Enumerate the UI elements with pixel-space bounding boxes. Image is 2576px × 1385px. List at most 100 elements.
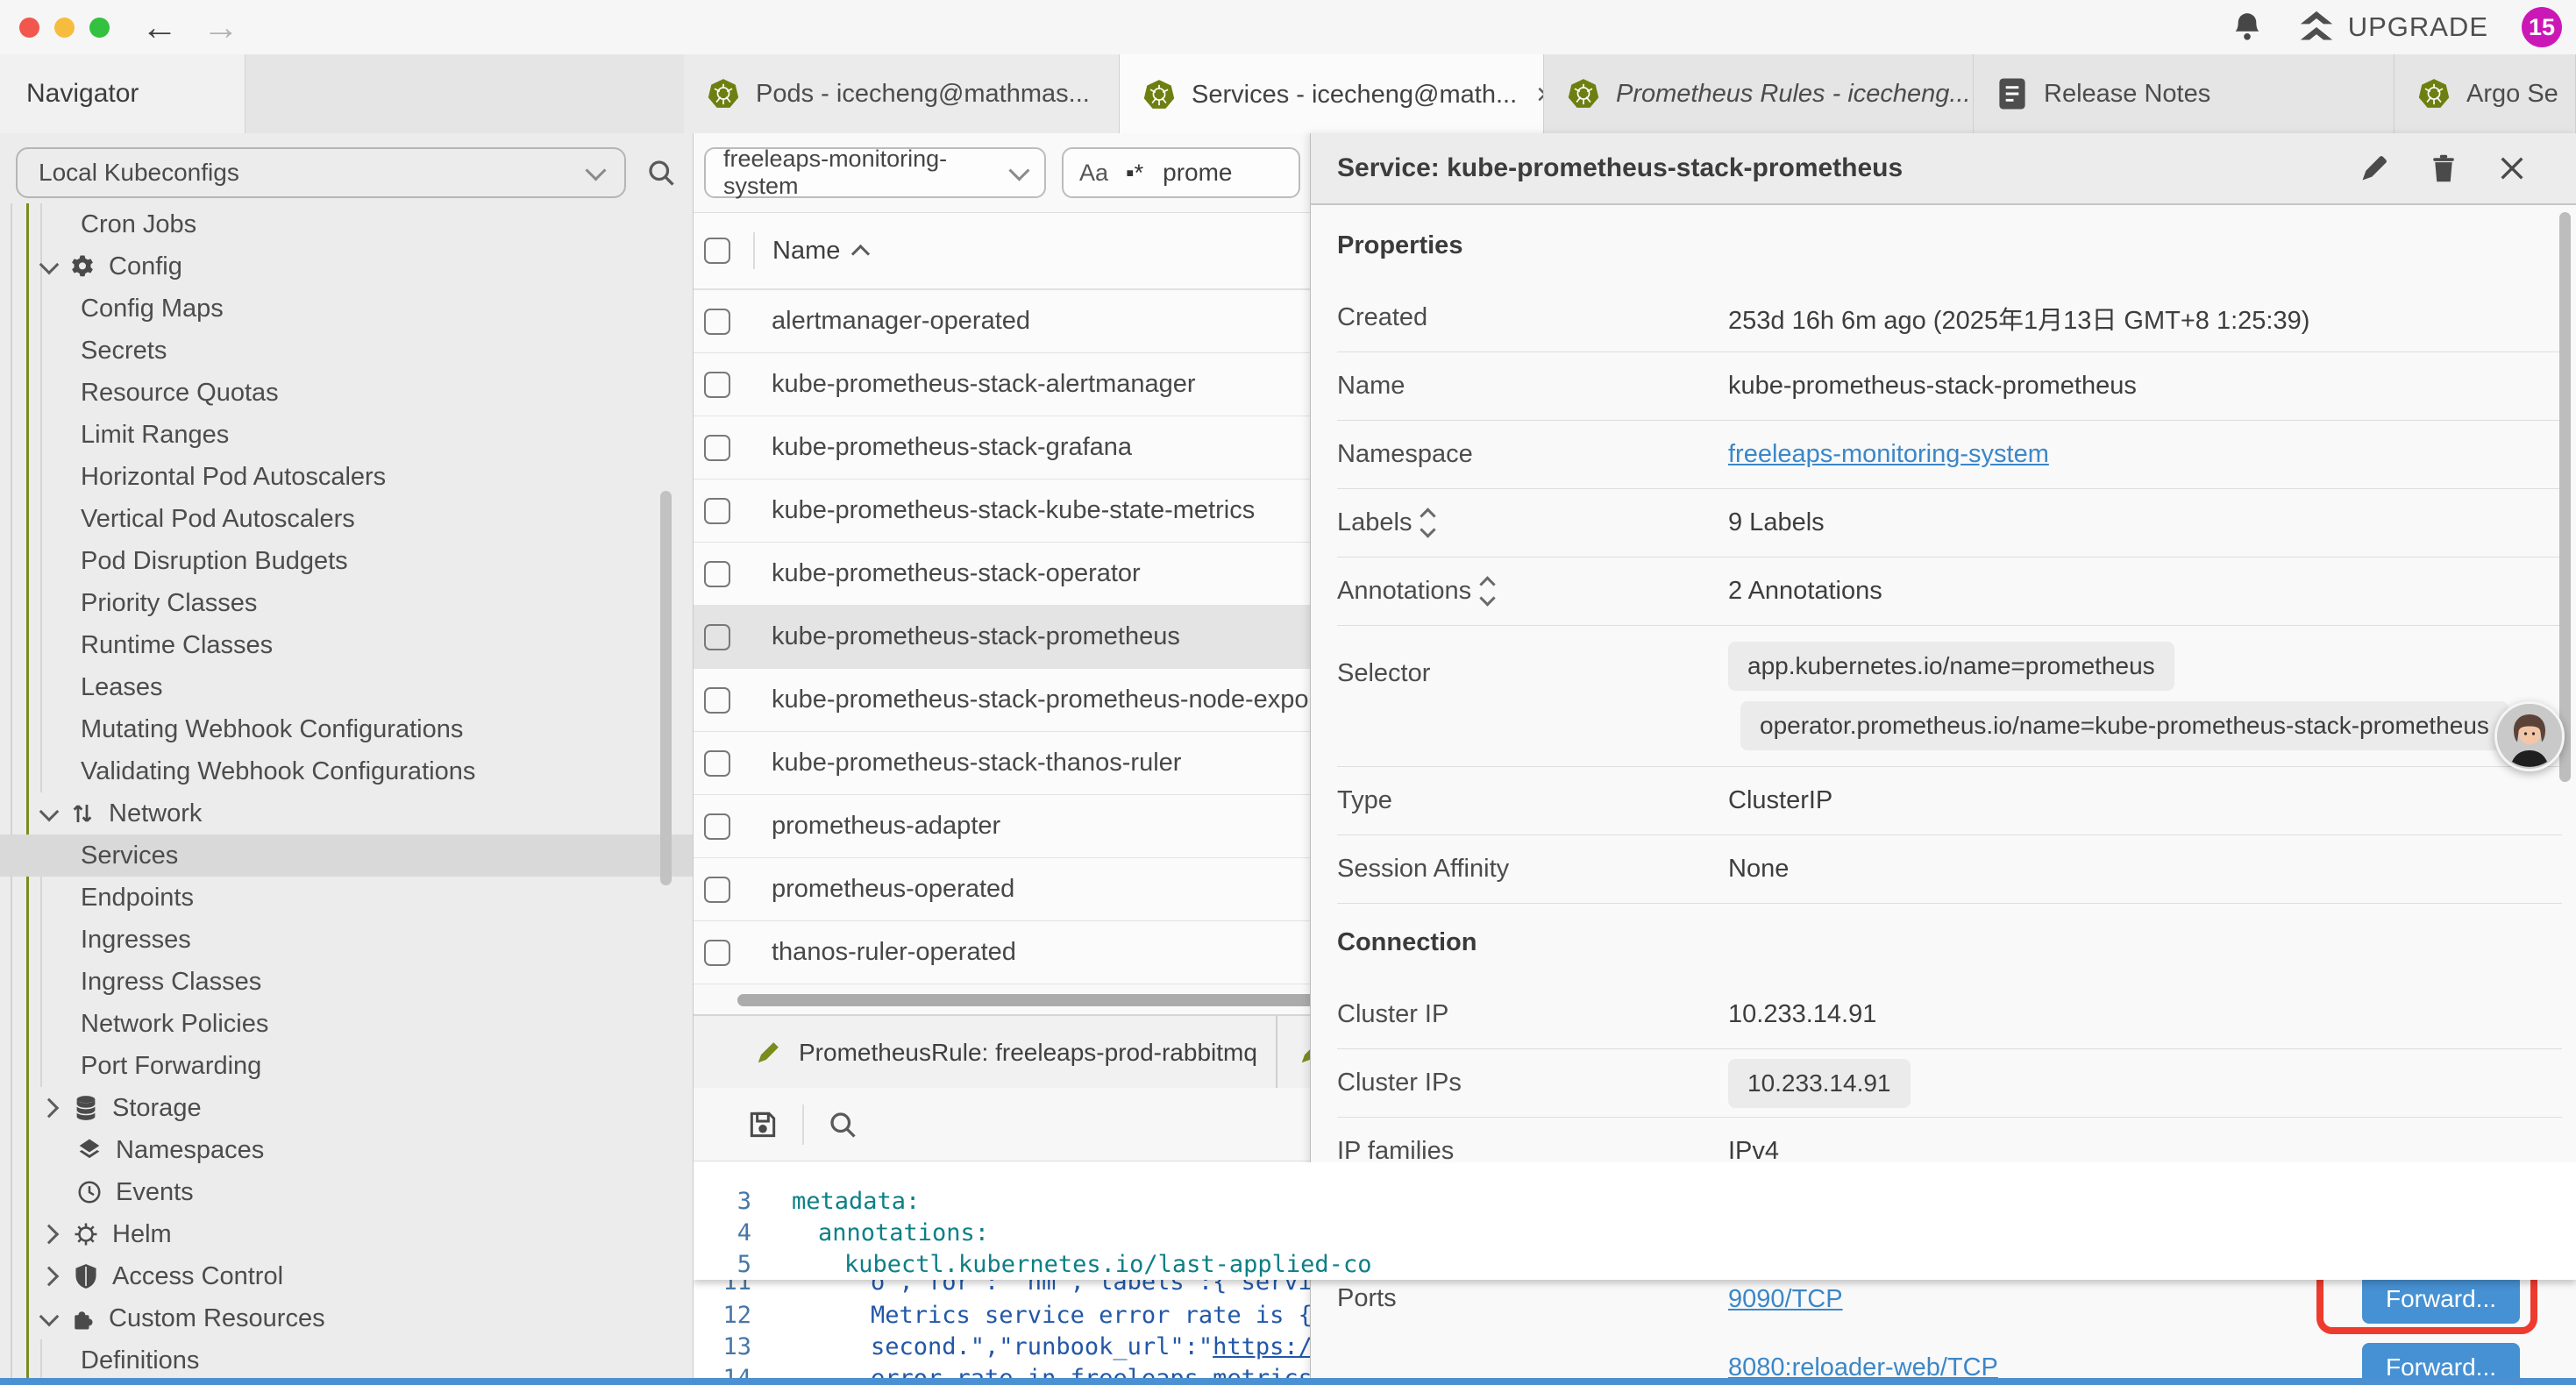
sidebar-item-priority-classes[interactable]: Priority Classes [0, 582, 693, 624]
sidebar-group-network[interactable]: Network [0, 792, 693, 835]
row-checkbox[interactable] [704, 624, 730, 650]
row-checkbox[interactable] [704, 372, 730, 398]
minimize-window-button[interactable] [54, 18, 75, 38]
save-icon[interactable] [746, 1108, 779, 1141]
sidebar-item-cron-jobs[interactable]: Cron Jobs [0, 203, 693, 245]
upgrade-button[interactable]: UPGRADE [2297, 10, 2488, 45]
row-checkbox[interactable] [704, 498, 730, 524]
kubeconfig-select[interactable]: Local Kubeconfigs [16, 147, 626, 198]
close-icon[interactable] [2497, 153, 2527, 183]
row-checkbox[interactable] [704, 750, 730, 777]
chevron-collapsed-icon [39, 1098, 60, 1119]
section-properties: Properties [1337, 207, 2562, 284]
tab-services[interactable]: Services - icecheng@math... × [1120, 54, 1544, 135]
sidebar-search-icon[interactable] [645, 157, 677, 188]
section-connection: Connection [1337, 904, 2562, 981]
back-icon[interactable]: ← [141, 9, 178, 46]
kubernetes-icon [1142, 78, 1176, 111]
sidebar-item-vertical-pod-autoscalers[interactable]: Vertical Pod Autoscalers [0, 498, 693, 540]
row-checkbox[interactable] [704, 687, 730, 714]
port-link[interactable]: 9090/TCP [1728, 1285, 1843, 1314]
sidebar-group-custom-resources[interactable]: Custom Resources [0, 1297, 693, 1339]
cluster-ip-value: 10.233.14.91 [1728, 1000, 1876, 1029]
puzzle-icon [68, 1304, 96, 1332]
upgrade-chevrons-icon [2297, 10, 2336, 45]
helm-wheel-icon [72, 1220, 100, 1248]
select-all-checkbox[interactable] [704, 238, 730, 264]
row-checkbox[interactable] [704, 309, 730, 335]
column-divider [753, 232, 755, 269]
tab-release-notes[interactable]: Release Notes [1974, 54, 2395, 133]
row-checkbox[interactable] [704, 435, 730, 461]
sidebar-item-limit-ranges[interactable]: Limit Ranges [0, 414, 693, 456]
notification-count-badge[interactable]: 15 [2522, 7, 2562, 47]
namespace-select-value: freeleaps-monitoring-system [723, 146, 1012, 200]
sidebar-group-access-control[interactable]: Access Control [0, 1255, 693, 1297]
detail-row-name: Name kube-prometheus-stack-prometheus [1337, 352, 2562, 421]
code-line: o","for": "nm", labels :{ service : " [774, 1280, 1398, 1296]
avatar[interactable] [2494, 701, 2565, 771]
sidebar-item-port-forwarding[interactable]: Port Forwarding [0, 1045, 693, 1087]
sidebar-item-ingresses[interactable]: Ingresses [0, 919, 693, 961]
sidebar-item-config-maps[interactable]: Config Maps [0, 288, 693, 330]
navigator-panel-tab[interactable]: Navigator [0, 54, 246, 133]
tab-pods[interactable]: Pods - icecheng@mathmas... [684, 54, 1120, 133]
sidebar-group-helm[interactable]: Helm [0, 1213, 693, 1255]
expand-collapse-icon[interactable] [1422, 510, 1434, 536]
expand-collapse-icon[interactable] [1482, 579, 1493, 604]
search-input[interactable] [1161, 158, 1270, 188]
sidebar-item-network-policies[interactable]: Network Policies [0, 1003, 693, 1045]
navigator-title: Navigator [26, 79, 139, 109]
delete-icon[interactable] [2429, 153, 2459, 184]
forward-icon[interactable]: → [203, 9, 239, 46]
port-link[interactable]: 8080:reloader-web/TCP [1728, 1353, 1998, 1379]
forward-button[interactable]: Forward... [2362, 1343, 2520, 1378]
navigator-sidebar: Local Kubeconfigs Cron Jobs Config Confi [0, 133, 693, 1378]
sidebar-item-leases[interactable]: Leases [0, 666, 693, 708]
row-checkbox[interactable] [704, 877, 730, 903]
editor-search-icon[interactable] [827, 1109, 858, 1140]
sidebar-item-endpoints[interactable]: Endpoints [0, 877, 693, 919]
close-window-button[interactable] [19, 18, 39, 38]
row-checkbox[interactable] [704, 813, 730, 840]
edit-pencil-icon [755, 1040, 781, 1066]
sidebar-item-services[interactable]: Services [0, 835, 693, 877]
details-header: Service: kube-prometheus-stack-prometheu… [1311, 133, 2576, 205]
bell-icon[interactable] [2231, 11, 2264, 44]
namespace-select[interactable]: freeleaps-monitoring-system [704, 147, 1046, 198]
row-checkbox[interactable] [704, 561, 730, 587]
column-name-header[interactable]: Name [772, 237, 867, 266]
tab-prometheus-rules[interactable]: Prometheus Rules - icecheng... [1544, 54, 1974, 133]
sidebar-item-definitions[interactable]: Definitions [0, 1339, 693, 1378]
match-case-toggle[interactable]: Aa [1079, 160, 1108, 187]
tab-label: Services - icecheng@math... [1192, 81, 1517, 110]
sidebar-item-events[interactable]: Events [0, 1171, 693, 1213]
sidebar-item-secrets[interactable]: Secrets [0, 330, 693, 372]
regex-toggle[interactable]: ▪* [1126, 160, 1143, 187]
sidebar-item-horizontal-pod-autoscalers[interactable]: Horizontal Pod Autoscalers [0, 456, 693, 498]
row-checkbox[interactable] [704, 940, 730, 966]
namespace-link[interactable]: freeleaps-monitoring-system [1728, 440, 2049, 469]
sidebar-item-runtime-classes[interactable]: Runtime Classes [0, 624, 693, 666]
details-scrollbar[interactable] [2559, 212, 2571, 782]
sidebar-item-validating-webhook-configurations[interactable]: Validating Webhook Configurations [0, 750, 693, 792]
tab-argo[interactable]: Argo Se [2395, 54, 2576, 133]
sidebar-group-storage[interactable]: Storage [0, 1087, 693, 1129]
close-tab-icon[interactable]: × [1533, 78, 1544, 112]
forward-button[interactable]: Forward... [2362, 1275, 2520, 1324]
zoom-window-button[interactable] [89, 18, 110, 38]
sidebar-group-config[interactable]: Config [0, 245, 693, 288]
detail-row-labels: Labels 9 Labels [1337, 489, 2562, 558]
sidebar-item-resource-quotas[interactable]: Resource Quotas [0, 372, 693, 414]
sidebar-item-namespaces[interactable]: Namespaces [0, 1129, 693, 1171]
sidebar-item-ingress-classes[interactable]: Ingress Classes [0, 961, 693, 1003]
sidebar-item-mutating-webhook-configurations[interactable]: Mutating Webhook Configurations [0, 708, 693, 750]
tab-label: Prometheus Rules - icecheng... [1616, 80, 1971, 109]
dock-tab-prometheusrule[interactable]: PrometheusRule: freeleaps-prod-rabbitmq [694, 1016, 1277, 1090]
kubernetes-icon [707, 77, 740, 110]
edit-icon[interactable] [2359, 153, 2390, 184]
sidebar-item-pod-disruption-budgets[interactable]: Pod Disruption Budgets [0, 540, 693, 582]
chevron-collapsed-icon [39, 1267, 60, 1287]
sidebar-scrollbar[interactable] [660, 491, 672, 885]
tab-label: Release Notes [2044, 80, 2210, 109]
